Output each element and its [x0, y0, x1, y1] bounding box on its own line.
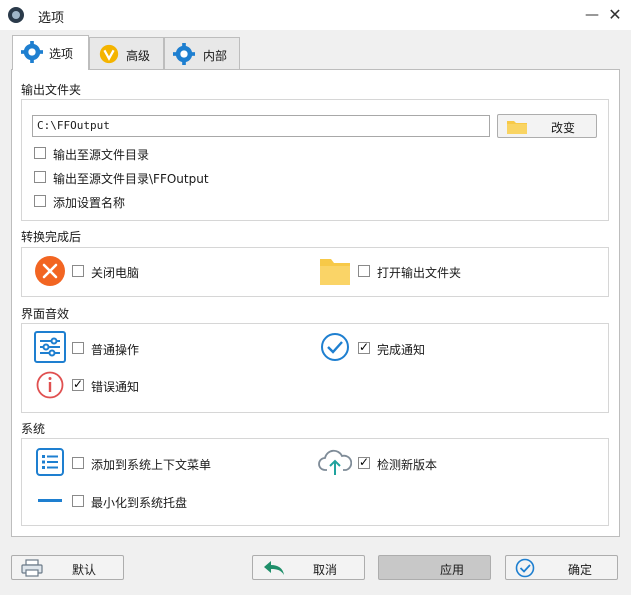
undo-arrow-icon — [264, 561, 284, 575]
output-path-input[interactable]: C:\FFOutput — [32, 115, 490, 137]
done-notify-label: 完成通知 — [377, 343, 426, 357]
context-menu-label: 添加到系统上下文菜单 — [91, 458, 212, 472]
printer-icon — [21, 559, 43, 577]
apply-button[interactable]: 应用 — [378, 555, 491, 580]
tab-options-label: 选项 — [49, 47, 74, 61]
shutdown-icon — [35, 256, 65, 286]
shutdown-label: 关闭电脑 — [91, 266, 140, 280]
open-output-folder-label: 打开输出文件夹 — [377, 266, 462, 280]
system-group — [21, 438, 609, 526]
context-menu-checkbox[interactable] — [72, 457, 84, 469]
tab-internal-label: 内部 — [203, 49, 228, 63]
add-setting-name-label: 添加设置名称 — [53, 196, 126, 210]
section-title-system: 系统 — [21, 422, 46, 436]
section-title-output: 输出文件夹 — [21, 83, 82, 97]
default-button[interactable]: 默认 — [11, 555, 124, 580]
minimize-tray-icon — [38, 499, 62, 502]
normal-operation-checkbox[interactable] — [72, 342, 84, 354]
tab-internal[interactable]: 内部 — [164, 37, 240, 69]
check-update-label: 检测新版本 — [377, 458, 438, 472]
error-info-icon — [36, 371, 64, 399]
check-update-checkbox[interactable] — [358, 455, 370, 469]
close-button[interactable]: ✕ — [601, 4, 629, 26]
section-title-sound: 界面音效 — [21, 307, 70, 321]
output-to-source-checkbox[interactable] — [34, 147, 46, 159]
check-circle-icon — [515, 558, 535, 578]
cloud-upload-icon — [318, 449, 352, 475]
folder-icon — [320, 259, 350, 285]
sliders-icon — [34, 331, 66, 363]
error-notify-label: 错误通知 — [91, 380, 140, 394]
section-title-after: 转换完成后 — [21, 230, 82, 244]
gear-icon — [21, 41, 43, 63]
done-notify-checkbox[interactable] — [358, 340, 370, 354]
shutdown-checkbox[interactable] — [72, 265, 84, 277]
window-title: 选项 — [38, 11, 65, 26]
cancel-button[interactable]: 取消 — [252, 555, 365, 580]
minimize-tray-checkbox[interactable] — [72, 495, 84, 507]
open-output-folder-checkbox[interactable] — [358, 265, 370, 277]
tab-advanced-label: 高级 — [126, 49, 151, 63]
output-to-source-ffoutput-label: 输出至源文件目录\FFOutput — [53, 172, 209, 186]
add-setting-name-checkbox[interactable] — [34, 195, 46, 207]
menu-list-icon — [36, 448, 64, 476]
error-notify-checkbox[interactable] — [72, 377, 84, 391]
change-folder-label: 改变 — [551, 121, 576, 135]
output-to-source-ffoutput-checkbox[interactable] — [34, 171, 46, 183]
default-button-label: 默认 — [72, 563, 97, 577]
tab-options[interactable]: 选项 — [12, 35, 89, 70]
output-to-source-label: 输出至源文件目录 — [53, 148, 150, 162]
cancel-button-label: 取消 — [313, 563, 338, 577]
apply-button-label: 应用 — [440, 563, 465, 577]
ok-button-label: 确定 — [568, 563, 593, 577]
app-icon — [8, 7, 24, 23]
normal-operation-label: 普通操作 — [91, 343, 140, 357]
vip-badge-icon — [99, 44, 119, 64]
sound-group — [21, 323, 609, 413]
ok-button[interactable]: 确定 — [505, 555, 618, 580]
folder-icon — [507, 121, 527, 134]
minimize-tray-label: 最小化到系统托盘 — [91, 496, 188, 510]
title-bar: 选项 — ✕ — [0, 0, 631, 30]
check-circle-icon — [321, 333, 349, 361]
gear-icon — [173, 43, 195, 65]
tab-advanced[interactable]: 高级 — [89, 37, 164, 69]
change-folder-button[interactable]: 改变 — [497, 114, 597, 138]
